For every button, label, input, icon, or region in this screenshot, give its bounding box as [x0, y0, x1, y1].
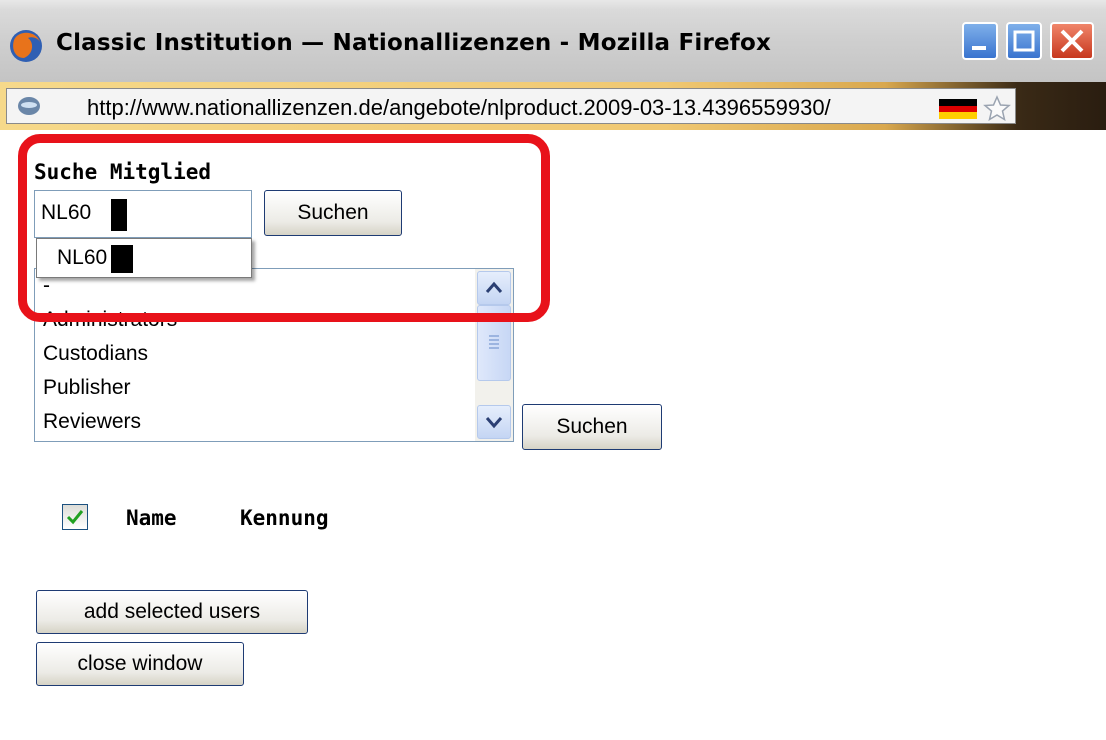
- highlight-annotation: [18, 134, 550, 322]
- scroll-down-button[interactable]: [477, 405, 511, 439]
- minimize-button[interactable]: [962, 22, 998, 60]
- window-title: Classic Institution — Nationallizenzen -…: [56, 30, 772, 56]
- firefox-icon: [10, 30, 42, 62]
- select-all-checkbox[interactable]: [62, 504, 88, 530]
- minimize-icon: [972, 46, 986, 50]
- close-icon: [1060, 29, 1084, 53]
- column-header-name: Name: [126, 506, 177, 530]
- close-button[interactable]: [1050, 22, 1094, 60]
- location-bar: http://www.nationallizenzen.de/angebote/…: [0, 82, 1106, 130]
- url-field[interactable]: http://www.nationallizenzen.de/angebote/…: [6, 88, 1016, 124]
- column-header-kennung: Kennung: [240, 506, 329, 530]
- site-icon: [18, 97, 40, 115]
- maximize-button[interactable]: [1006, 22, 1042, 60]
- group-search-button[interactable]: Suchen: [522, 404, 662, 450]
- url-text: http://www.nationallizenzen.de/angebote/…: [87, 95, 831, 120]
- german-flag-icon: [939, 99, 977, 119]
- add-selected-users-button[interactable]: add selected users: [36, 590, 308, 634]
- window-title-bar: Classic Institution — Nationallizenzen -…: [0, 0, 1106, 82]
- close-window-button[interactable]: close window: [36, 642, 244, 686]
- list-item[interactable]: Reviewers: [43, 405, 141, 439]
- chevron-down-icon: [485, 417, 503, 429]
- list-item[interactable]: Custodians: [43, 337, 148, 371]
- list-item[interactable]: Publisher: [43, 371, 131, 405]
- bookmark-star-icon[interactable]: [983, 95, 1011, 121]
- maximize-icon: [1013, 30, 1035, 52]
- checkmark-icon: [66, 510, 84, 525]
